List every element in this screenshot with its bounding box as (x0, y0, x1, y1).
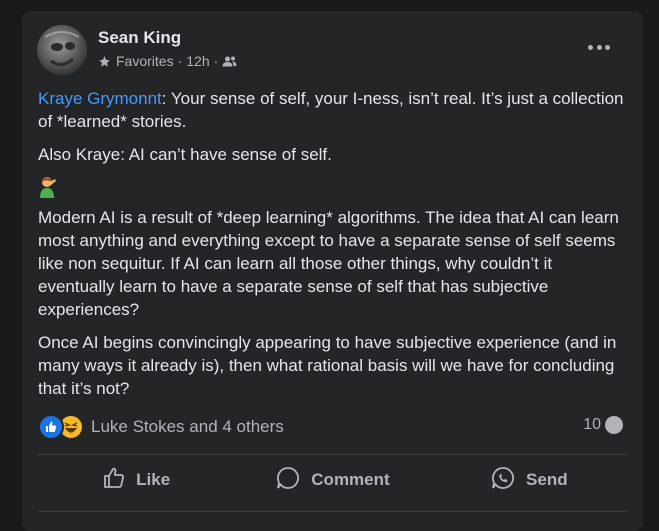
audience-label[interactable]: Favorites (116, 53, 174, 69)
paragraph-3: Modern AI is a result of *deep learning*… (38, 208, 619, 319)
send-label: Send (526, 470, 568, 489)
post-time[interactable]: 12h (186, 53, 209, 69)
author-name[interactable]: Sean King (98, 28, 181, 48)
reactors-label[interactable]: Luke Stokes and 4 others (91, 417, 284, 437)
comment-bubble-icon (605, 416, 623, 434)
author-avatar[interactable] (37, 25, 87, 75)
send-button[interactable]: Send (431, 458, 627, 502)
meta-separator-2: · (213, 53, 219, 69)
comment-button[interactable]: Comment (234, 458, 430, 502)
action-bar: Like Comment Send (38, 458, 627, 502)
divider (38, 454, 627, 455)
star-icon (98, 55, 111, 68)
post-meta: Favorites · 12h · (98, 53, 237, 69)
like-icon (102, 466, 136, 495)
send-icon (490, 465, 526, 496)
like-reaction-icon (38, 414, 64, 440)
meta-separator: · (177, 53, 183, 69)
paragraph-1: Kraye Grymonnt: Your sense of self, your… (38, 87, 628, 133)
post-body: Kraye Grymonnt: Your sense of self, your… (38, 87, 628, 410)
more-icon[interactable] (588, 38, 610, 56)
like-label: Like (136, 470, 171, 489)
like-button[interactable]: Like (38, 458, 234, 502)
facepalm-emoji (38, 176, 628, 200)
friends-icon[interactable] (222, 55, 237, 68)
comment-icon (275, 465, 311, 496)
comments-count[interactable]: 10 (583, 416, 623, 434)
comment-count-value: 10 (583, 416, 601, 433)
post-card: Sean King Favorites · 12h · Kraye Grymon… (22, 11, 643, 531)
comment-label: Comment (311, 470, 390, 489)
paragraph-4: Once AI begins convincingly appearing to… (38, 333, 617, 398)
reactions-summary[interactable]: Luke Stokes and 4 others (38, 414, 284, 440)
paragraph-2: Also Kraye: AI can’t have sense of self. (38, 145, 332, 164)
mention-link[interactable]: Kraye Grymonnt (38, 89, 162, 108)
